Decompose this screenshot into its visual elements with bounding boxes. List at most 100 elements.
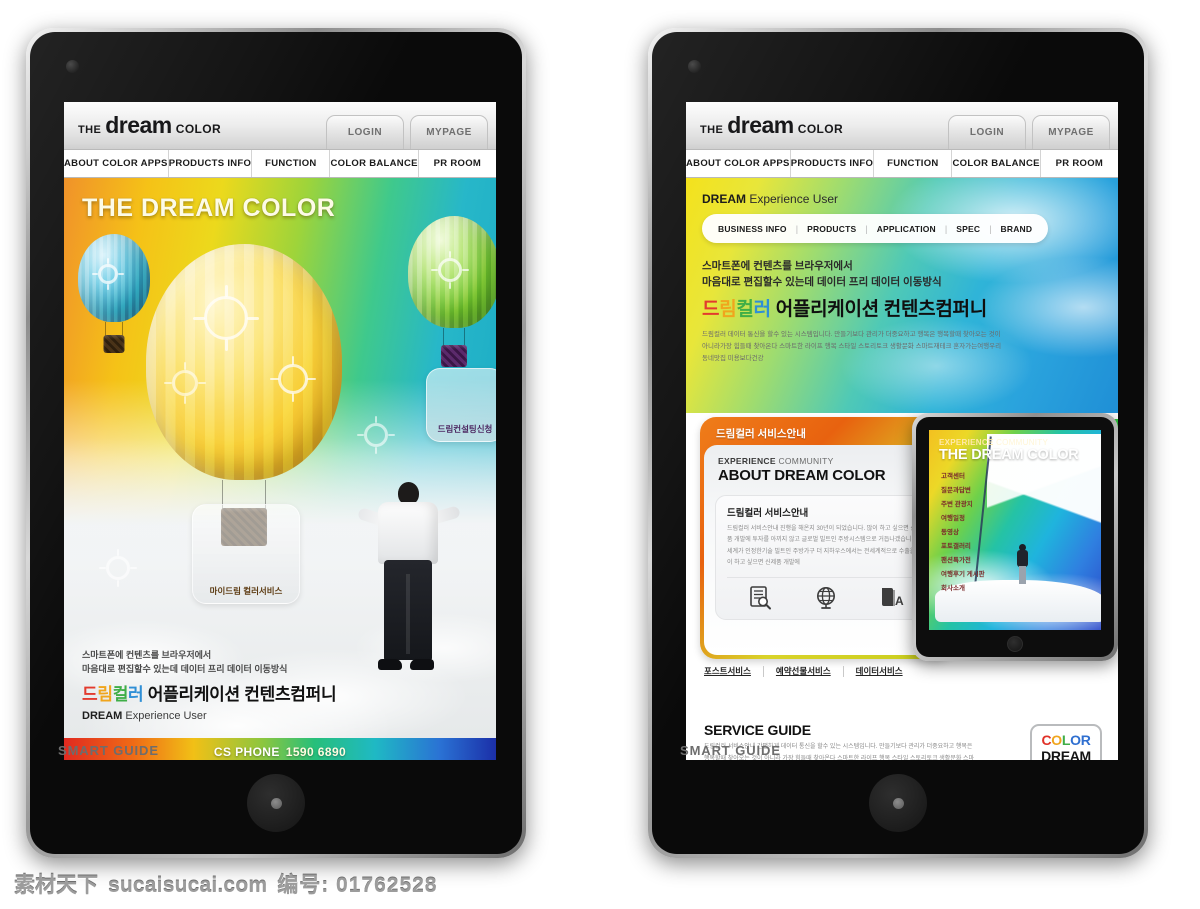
svg-text:A: A <box>895 594 904 608</box>
cs-phone-label: CS PHONE <box>213 744 280 759</box>
nav-item-pr-room[interactable]: PR ROOM <box>419 150 496 177</box>
right-headline: 드림컬러 어플리케이션 컨텐츠컴퍼니 <box>702 294 1002 321</box>
badge-my-dream-color-service[interactable]: 마이드림 컬러서비스 <box>192 504 300 604</box>
mini-eyebrow: EXPERIENCE COMMUNITY <box>939 438 1079 447</box>
nav-item-pr-room[interactable]: PR ROOM <box>1041 150 1118 177</box>
mini-menu-item[interactable]: 회사소개 <box>941 582 985 596</box>
hero-title: THE DREAM COLOR <box>82 194 336 222</box>
service-eyebrow-rest: COMMUNITY <box>775 456 834 466</box>
site-logo[interactable]: THE dream COLOR <box>700 112 843 139</box>
service-eyebrow-bold: EXPERIENCE <box>718 456 776 466</box>
notepad-search-icon[interactable] <box>747 585 773 611</box>
home-button[interactable] <box>247 774 305 832</box>
mini-heading: THE DREAM COLOR <box>939 447 1079 463</box>
sun-icon <box>164 362 206 404</box>
balloon-rope <box>443 328 465 346</box>
headline-rest: 어플리케이션 컨텐츠컴퍼니 <box>770 298 987 320</box>
service-icon-row: A <box>727 576 925 611</box>
headline-char-3: 컬 <box>736 298 754 320</box>
right-copy-small: 드림컬러 데이터 통신을 할수 있는 시스템입니다. 만들기보다 관리가 더중요… <box>702 330 1002 362</box>
sun-icon <box>193 285 259 351</box>
headline-rest: 어플리케이션 컨텐츠컴퍼니 <box>143 685 337 704</box>
badge-dream-consulting[interactable]: 드림컨설팅신청 <box>426 368 496 442</box>
service-link-reservation-gift[interactable]: 예약선물서비스 <box>776 665 831 677</box>
logo-dream: dream <box>105 112 172 138</box>
person-shoe-left <box>378 659 402 670</box>
service-link-post[interactable]: 포스트서비스 <box>704 665 751 677</box>
sun-icon <box>99 549 137 587</box>
bubble-word-dream: DREAM <box>1041 748 1091 760</box>
logo-the: THE <box>78 124 102 136</box>
nav-item-color-balance[interactable]: COLOR BALANCE <box>952 150 1041 177</box>
link-divider <box>762 665 764 677</box>
nav-item-products-info[interactable]: PRODUCTS INFO <box>791 150 875 177</box>
mini-menu-item[interactable]: 동영상 <box>941 526 985 540</box>
nav-item-color-balance[interactable]: COLOR BALANCE <box>330 150 419 177</box>
hero-subline: DREAM Experience User <box>82 710 336 722</box>
site-logo[interactable]: THE dream COLOR <box>78 112 221 139</box>
tablet-bezel-right: THE dream COLOR LOGIN MYPAGE ABOUT COLOR… <box>652 32 1144 854</box>
site-header-right: THE dream COLOR LOGIN MYPAGE <box>686 102 1118 149</box>
right-copy-line2: 마음대로 편집할수 있는데 데이터 프리 데이터 이동방식 <box>702 276 942 289</box>
watermark-number: 编号: 01762528 <box>277 874 438 897</box>
pill-nav: BUSINESS INFO | PRODUCTS | APPLICATION |… <box>702 214 1049 243</box>
hero-copy-line1: 스마트폰에 컨텐츠를 브라우저에서 <box>82 650 212 660</box>
main-nav-left: ABOUT COLOR APPS PRODUCTS INFO FUNCTION … <box>64 149 496 178</box>
pill-nav-divider: | <box>989 223 992 234</box>
nav-item-function[interactable]: FUNCTION <box>874 150 953 177</box>
site-header-left: THE dream COLOR LOGIN MYPAGE <box>64 102 496 149</box>
service-link-data[interactable]: 데이터서비스 <box>856 665 903 677</box>
mypage-button[interactable]: MYPAGE <box>410 115 488 149</box>
pill-nav-divider: | <box>944 223 948 234</box>
mini-menu-item[interactable]: 팬션특가전 <box>941 554 985 568</box>
home-button-dot <box>892 797 904 809</box>
login-button[interactable]: LOGIN <box>948 115 1026 149</box>
mini-home-button[interactable] <box>1007 636 1023 652</box>
pill-nav-spec[interactable]: SPEC <box>956 224 980 234</box>
pill-nav-application[interactable]: APPLICATION <box>877 224 936 234</box>
badge-label: 마이드림 컬러서비스 <box>209 586 283 596</box>
bubble-char-or: OR <box>1070 732 1091 748</box>
mini-tablet-screen: EXPERIENCE COMMUNITY THE DREAM COLOR 고객센… <box>929 430 1101 630</box>
person-shoe-right <box>410 659 434 670</box>
mini-menu-item[interactable]: 주변 관광지 <box>941 498 985 512</box>
nav-item-function[interactable]: FUNCTION <box>252 150 331 177</box>
mini-menu-item[interactable]: 여행후기 게시판 <box>941 568 985 582</box>
tablet-device-right: THE dream COLOR LOGIN MYPAGE ABOUT COLOR… <box>648 28 1148 858</box>
login-button[interactable]: LOGIN <box>326 115 404 149</box>
main-nav-right: ABOUT COLOR APPS PRODUCTS INFO FUNCTION … <box>686 149 1118 178</box>
pill-nav-brand[interactable]: BRAND <box>1001 224 1033 234</box>
balloon-basket <box>441 345 467 367</box>
mini-menu-item[interactable]: 질문과답변 <box>941 484 985 498</box>
nav-item-about-color-apps[interactable]: ABOUT COLOR APPS <box>64 150 169 177</box>
header-tabs: LOGIN MYPAGE <box>326 115 488 149</box>
sun-icon <box>431 251 469 289</box>
nav-item-products-info[interactable]: PRODUCTS INFO <box>169 150 253 177</box>
balloon-envelope <box>146 244 342 480</box>
mini-menu-item[interactable]: 여행일정 <box>941 512 985 526</box>
right-copy-line1: 스마트폰에 컨텐츠를 브라우저에서 <box>702 260 853 272</box>
pill-nav-divider: | <box>865 223 868 234</box>
pill-nav-products[interactable]: PRODUCTS <box>807 224 856 234</box>
balloon-rope <box>105 322 123 336</box>
pill-nav-business-info[interactable]: BUSINESS INFO <box>718 224 787 234</box>
mypage-button[interactable]: MYPAGE <box>1032 115 1110 149</box>
screenshot-stage: THE dream COLOR LOGIN MYPAGE ABOUT COLOR… <box>0 0 1200 909</box>
nav-item-about-color-apps[interactable]: ABOUT COLOR APPS <box>686 150 791 177</box>
hot-air-balloon-green <box>408 216 496 367</box>
smart-guide-label: SMART GUIDE <box>58 743 159 758</box>
book-translate-icon[interactable]: A <box>879 585 905 611</box>
mini-menu-item[interactable]: 포토갤러리 <box>941 540 985 554</box>
bubble-char-c: C <box>1041 732 1052 748</box>
tablet-device-left: THE dream COLOR LOGIN MYPAGE ABOUT COLOR… <box>26 28 526 858</box>
logo-the: THE <box>700 124 724 136</box>
mini-eyebrow-rest: COMMUNITY <box>993 438 1049 447</box>
hero-banner: THE DREAM COLOR 마이드림 컬러서비스 드림컨설팅신청 스마트폰에… <box>64 178 496 738</box>
headline-char-1: 드 <box>702 298 720 320</box>
mini-menu-item[interactable]: 고객센터 <box>941 470 985 484</box>
color-dream-speech-bubble: COLOR DREAM <box>1030 724 1102 760</box>
watermark-cn: 素材天下 <box>14 874 98 897</box>
home-button[interactable] <box>869 774 927 832</box>
person-illustration <box>356 482 461 672</box>
globe-icon[interactable] <box>813 585 839 611</box>
